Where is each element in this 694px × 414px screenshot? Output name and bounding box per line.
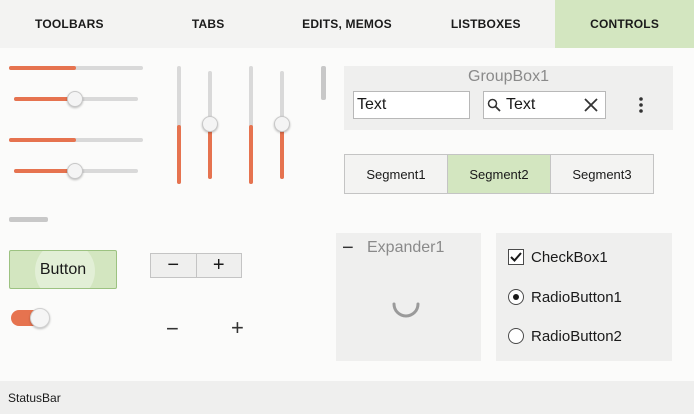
collapse-icon[interactable]: − xyxy=(342,237,354,260)
progress-fill xyxy=(249,125,253,184)
toggle-switch[interactable] xyxy=(11,308,50,328)
vertical-progress-2 xyxy=(249,66,253,184)
horizontal-scrollbar-thumb[interactable] xyxy=(9,217,48,222)
groupbox-title: GroupBox1 xyxy=(468,68,549,85)
radio-label-1[interactable]: RadioButton1 xyxy=(531,289,622,306)
search-icon xyxy=(486,97,502,113)
segment-2[interactable]: Segment2 xyxy=(447,154,551,194)
tab-toolbars[interactable]: TOOLBARS xyxy=(0,0,139,48)
search-edit-value: Text xyxy=(506,96,536,113)
stepper-plus-button[interactable]: + xyxy=(197,254,242,277)
checkbox-label[interactable]: CheckBox1 xyxy=(531,249,608,266)
segment-1[interactable]: Segment1 xyxy=(344,154,448,194)
expander-title[interactable]: Expander1 xyxy=(367,239,444,257)
check-icon xyxy=(510,252,522,262)
options-panel: CheckBox1 RadioButton1 RadioButton2 xyxy=(496,233,672,361)
more-vertical-icon[interactable] xyxy=(632,95,650,115)
progress-bar-1 xyxy=(9,66,143,70)
progress-fill xyxy=(9,66,76,70)
slider-thumb-1[interactable] xyxy=(67,91,83,107)
tab-controls[interactable]: CONTROLS xyxy=(555,0,694,48)
tab-tabs[interactable]: TABS xyxy=(139,0,278,48)
vertical-slider-thumb-1[interactable] xyxy=(202,116,218,132)
loading-spinner-icon xyxy=(389,287,423,321)
status-bar: StatusBar xyxy=(0,381,694,414)
stepper-minus-button[interactable]: − xyxy=(151,254,197,277)
slider-fill xyxy=(208,125,212,179)
vertical-scrollbar-thumb[interactable] xyxy=(321,66,326,100)
progress-bar-2 xyxy=(9,138,143,142)
button[interactable]: Button xyxy=(9,250,117,289)
slider-fill xyxy=(280,125,284,179)
segment-3[interactable]: Segment3 xyxy=(550,154,654,194)
radio-button-2[interactable] xyxy=(508,328,524,344)
vertical-slider-thumb-2[interactable] xyxy=(274,116,290,132)
segmented-control: Segment1 Segment2 Segment3 xyxy=(344,154,654,194)
toggle-knob xyxy=(30,308,50,328)
text-edit[interactable]: Text xyxy=(353,91,470,119)
tab-listboxes[interactable]: LISTBOXES xyxy=(416,0,555,48)
progress-fill xyxy=(177,125,181,184)
checkbox-1[interactable] xyxy=(508,249,524,265)
vertical-progress-1 xyxy=(177,66,181,184)
radio-label-2[interactable]: RadioButton2 xyxy=(531,328,622,345)
minus-button[interactable]: − xyxy=(166,316,179,342)
expander: − Expander1 xyxy=(336,233,481,361)
progress-fill xyxy=(9,138,76,142)
spin-stepper: − + xyxy=(150,253,242,278)
status-text: StatusBar xyxy=(8,390,61,405)
groupbox: GroupBox1 Text Text xyxy=(344,66,673,130)
close-icon[interactable] xyxy=(582,96,600,114)
slider-thumb-2[interactable] xyxy=(67,163,83,179)
button-label: Button xyxy=(39,260,87,278)
radio-button-1[interactable] xyxy=(508,289,524,305)
tab-bar: TOOLBARS TABS EDITS, MEMOS LISTBOXES CON… xyxy=(0,0,694,48)
tab-edits-memos[interactable]: EDITS, MEMOS xyxy=(278,0,417,48)
plus-button[interactable]: + xyxy=(231,315,244,341)
